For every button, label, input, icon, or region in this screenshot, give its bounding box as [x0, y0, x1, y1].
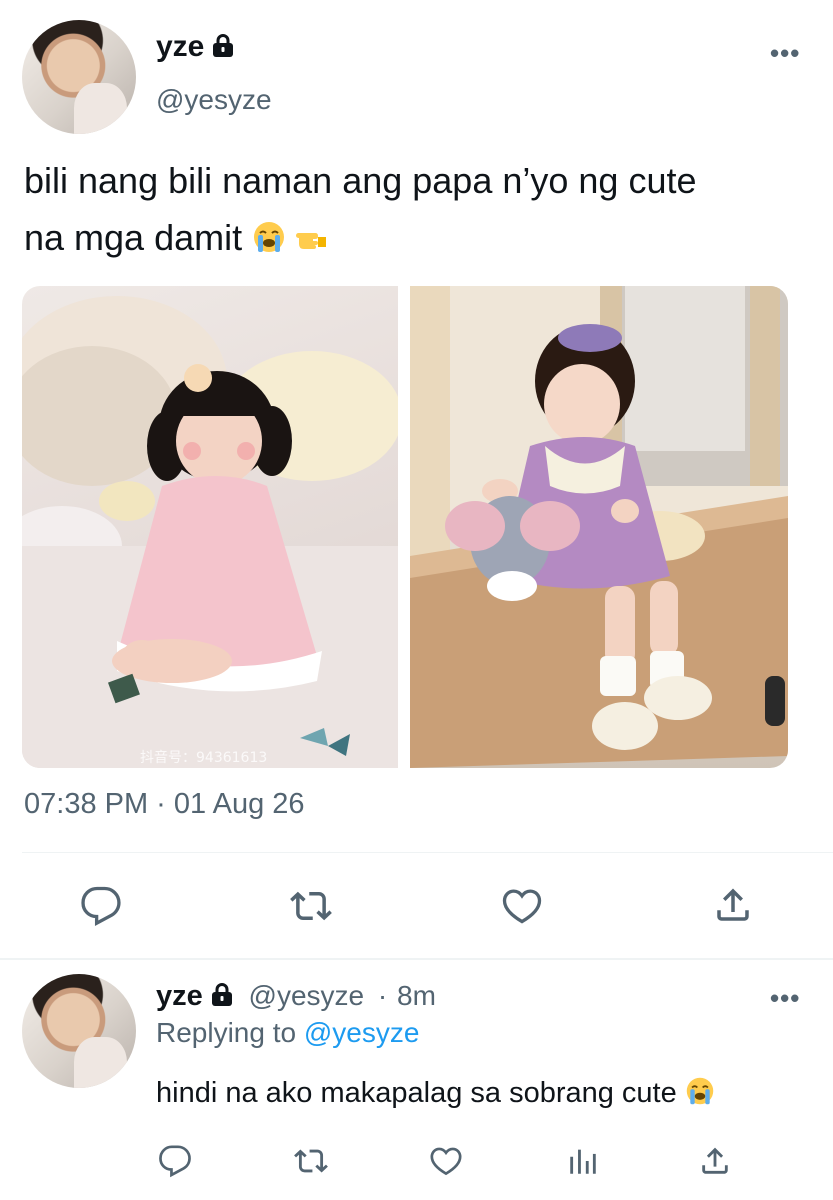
reply-icon — [81, 886, 121, 927]
author-avatar[interactable] — [22, 20, 136, 134]
share-icon — [717, 888, 749, 921]
backhand-index-pointing-left-icon — [296, 233, 327, 249]
reply-text: hindi na ako makapalag sa sobrang cute — [156, 1076, 715, 1110]
photo-watermark: 抖音号：94361613 — [140, 749, 267, 766]
divider-top — [22, 852, 833, 853]
analytics-icon — [570, 1149, 596, 1174]
loudly-crying-face-icon — [254, 222, 285, 252]
retweet-icon — [294, 1149, 328, 1173]
like-button[interactable] — [500, 885, 544, 927]
lock-icon — [211, 983, 232, 1006]
photo-1-illustration: 抖音号：94361613 — [22, 296, 398, 768]
reply-separator: · — [377, 980, 388, 1011]
media-grid: 抖音号：94361613 — [22, 286, 788, 768]
photo-2-illustration — [410, 286, 788, 768]
tweet-text-line2: na mga damit — [24, 217, 243, 258]
reply-retweet-button[interactable] — [292, 1144, 330, 1178]
reply-reply-button[interactable] — [158, 1144, 192, 1178]
replying-prefix: Replying to — [156, 1017, 297, 1048]
retweet-button[interactable] — [288, 885, 334, 927]
author-name[interactable]: yze — [156, 30, 204, 63]
reply-like-button[interactable] — [428, 1144, 464, 1178]
reply-author-name[interactable]: yze — [156, 980, 203, 1012]
reply-author-avatar[interactable] — [22, 974, 136, 1088]
photo-1[interactable]: 抖音号：94361613 — [22, 286, 398, 768]
reply-header: yze @yesyze · 8m — [156, 980, 436, 1013]
tweet-text: bili nang bili naman ang papa n’yo ng cu… — [24, 152, 824, 266]
share-button[interactable] — [712, 883, 754, 927]
heart-icon — [502, 889, 542, 924]
more-options-icon[interactable]: ••• — [770, 983, 800, 1014]
loudly-crying-face-icon — [686, 1077, 714, 1105]
reply-text-content: hindi na ako makapalag sa sobrang cute — [156, 1077, 677, 1109]
divider-bottom — [0, 958, 833, 960]
retweet-icon — [290, 891, 332, 921]
heart-icon — [430, 1147, 462, 1176]
replying-handle-link[interactable]: @yesyze — [304, 1017, 420, 1048]
replying-to: Replying to @yesyze — [156, 1017, 419, 1049]
more-options-icon[interactable]: ••• — [770, 38, 800, 69]
reply-author-handle[interactable]: @yesyze — [249, 980, 365, 1011]
photo-2[interactable] — [410, 286, 788, 768]
author-name-row[interactable]: yze — [156, 30, 236, 64]
reply-button[interactable] — [80, 885, 122, 927]
lock-icon — [213, 34, 234, 57]
author-handle[interactable]: @yesyze — [156, 84, 272, 116]
reply-age[interactable]: 8m — [397, 980, 436, 1011]
share-icon — [702, 1147, 728, 1174]
reply-analytics-button[interactable] — [566, 1144, 600, 1178]
tweet-timestamp[interactable]: 07:38 PM · 01 Aug 26 — [24, 788, 305, 821]
reply-share-button[interactable] — [698, 1143, 732, 1179]
reply-icon — [159, 1145, 191, 1178]
tweet-text-line1: bili nang bili naman ang papa n’yo ng cu… — [24, 160, 697, 201]
